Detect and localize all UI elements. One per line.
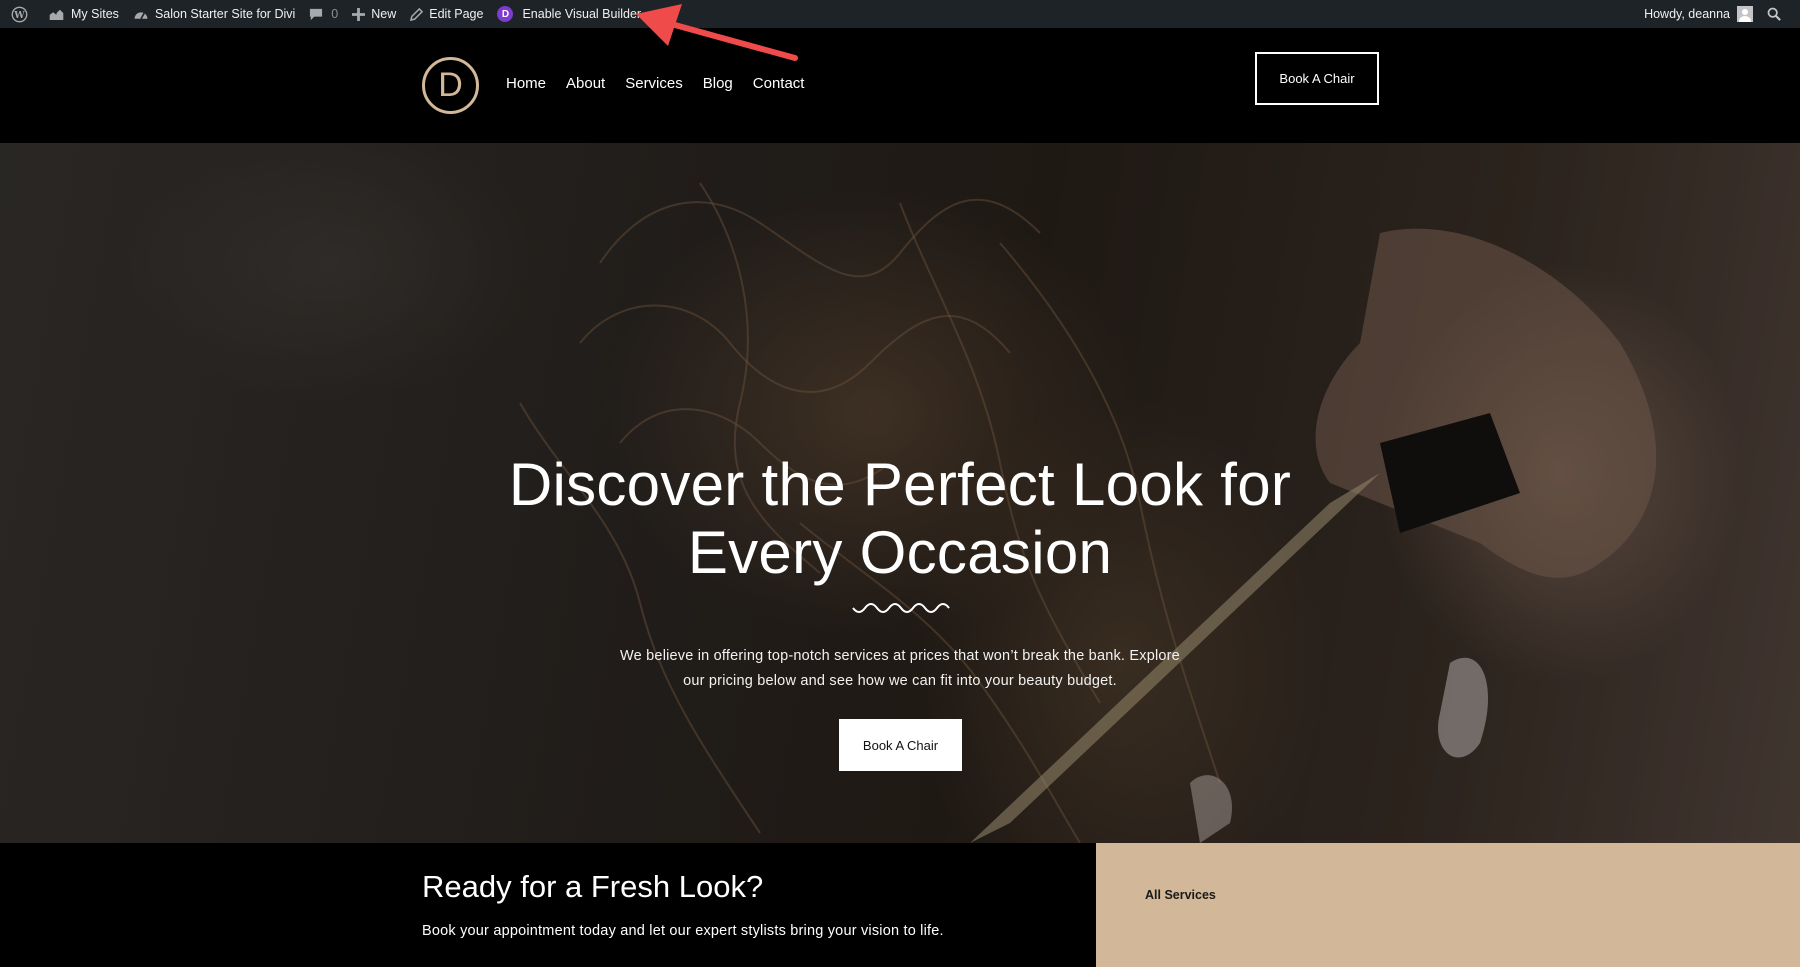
- services-panel: All Services: [1096, 843, 1800, 967]
- search-icon: [1767, 7, 1781, 21]
- main-nav: Home About Services Blog Contact: [506, 75, 804, 92]
- fresh-look-section: Ready for a Fresh Look? Book your appoin…: [0, 843, 1096, 967]
- comments-count: 0: [331, 7, 339, 21]
- admin-bar: W My Sites Salon Starter Site for Divi 0…: [0, 0, 1800, 28]
- greeting-label: Howdy, deanna: [1644, 7, 1730, 21]
- annotation-arrow: [636, 4, 798, 61]
- nav-contact[interactable]: Contact: [753, 75, 805, 92]
- hero-title-line-1: Discover the Perfect Look for: [508, 451, 1292, 518]
- edit-page-link[interactable]: Edit Page: [403, 0, 490, 28]
- site-name-menu[interactable]: Salon Starter Site for Divi: [126, 0, 302, 28]
- pencil-icon: [410, 7, 424, 21]
- all-services-link[interactable]: All Services: [1145, 888, 1216, 902]
- divi-icon: D: [497, 6, 514, 22]
- nav-services[interactable]: Services: [625, 75, 683, 92]
- hero-description: We believe in offering top-notch service…: [580, 644, 1220, 694]
- my-sites-icon: [49, 9, 64, 20]
- fresh-look-title: Ready for a Fresh Look?: [422, 869, 764, 904]
- hero-book-button[interactable]: Book A Chair: [839, 719, 962, 771]
- dashboard-icon: [134, 12, 148, 20]
- new-menu[interactable]: New: [345, 0, 403, 28]
- comments-menu[interactable]: 0: [302, 0, 345, 28]
- svg-text:W: W: [13, 9, 25, 20]
- avatar: [1737, 6, 1753, 22]
- nav-about[interactable]: About: [566, 75, 605, 92]
- plus-icon: [352, 7, 366, 21]
- squiggle-divider: [852, 603, 950, 613]
- site-name-label: Salon Starter Site for Divi: [154, 7, 296, 21]
- enable-visual-builder-link[interactable]: D Enable Visual Builder: [490, 0, 648, 28]
- hero-title: Discover the Perfect Look for Every Occa…: [400, 451, 1400, 587]
- comment-icon: [310, 8, 323, 20]
- header-book-button[interactable]: Book A Chair: [1255, 52, 1379, 105]
- wordpress-menu[interactable]: W: [4, 0, 41, 28]
- new-label: New: [371, 7, 397, 21]
- wordpress-icon: W: [11, 6, 28, 22]
- edit-page-label: Edit Page: [429, 7, 484, 21]
- hero-description-line-2: our pricing below and see how we can fit…: [683, 673, 1117, 689]
- fresh-look-text: Book your appointment today and let our …: [422, 923, 944, 939]
- my-sites-label: My Sites: [71, 7, 119, 21]
- site-logo[interactable]: D: [422, 57, 479, 114]
- site-header: D Home About Services Blog Contact Book …: [0, 28, 1800, 143]
- hero-description-line-1: We believe in offering top-notch service…: [620, 648, 1180, 664]
- account-menu[interactable]: Howdy, deanna: [1637, 0, 1760, 28]
- hero-title-line-2: Every Occasion: [687, 519, 1113, 586]
- visual-builder-label: Enable Visual Builder: [522, 7, 642, 21]
- nav-blog[interactable]: Blog: [703, 75, 733, 92]
- logo-letter: D: [438, 66, 463, 104]
- my-sites-menu[interactable]: My Sites: [41, 0, 126, 28]
- nav-home[interactable]: Home: [506, 75, 546, 92]
- admin-search[interactable]: [1760, 0, 1794, 28]
